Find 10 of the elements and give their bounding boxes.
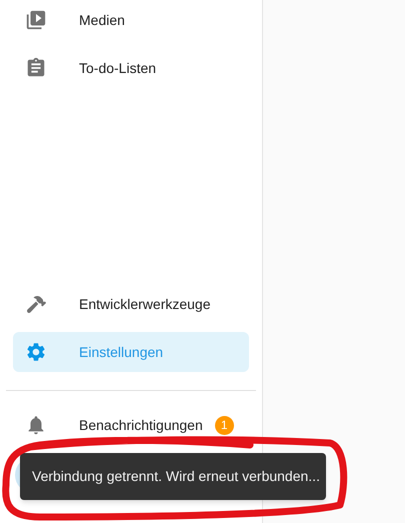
notifications-item[interactable]: Benachrichtigungen 1 <box>13 405 249 445</box>
toast: Verbindung getrennt. Wird erneut verbunden... <box>20 453 326 500</box>
sidebar-item[interactable]: Entwicklerwerkzeuge <box>13 284 249 324</box>
settings-icon <box>25 341 47 363</box>
sidebar-item[interactable]: Medien <box>13 0 249 40</box>
hammer-icon <box>25 293 47 315</box>
media-library-icon <box>25 9 47 31</box>
notification-count: 1 <box>214 416 234 434</box>
sidebar-item[interactable]: To-do-Listen <box>13 48 249 88</box>
clipboard-list-icon <box>25 57 47 79</box>
